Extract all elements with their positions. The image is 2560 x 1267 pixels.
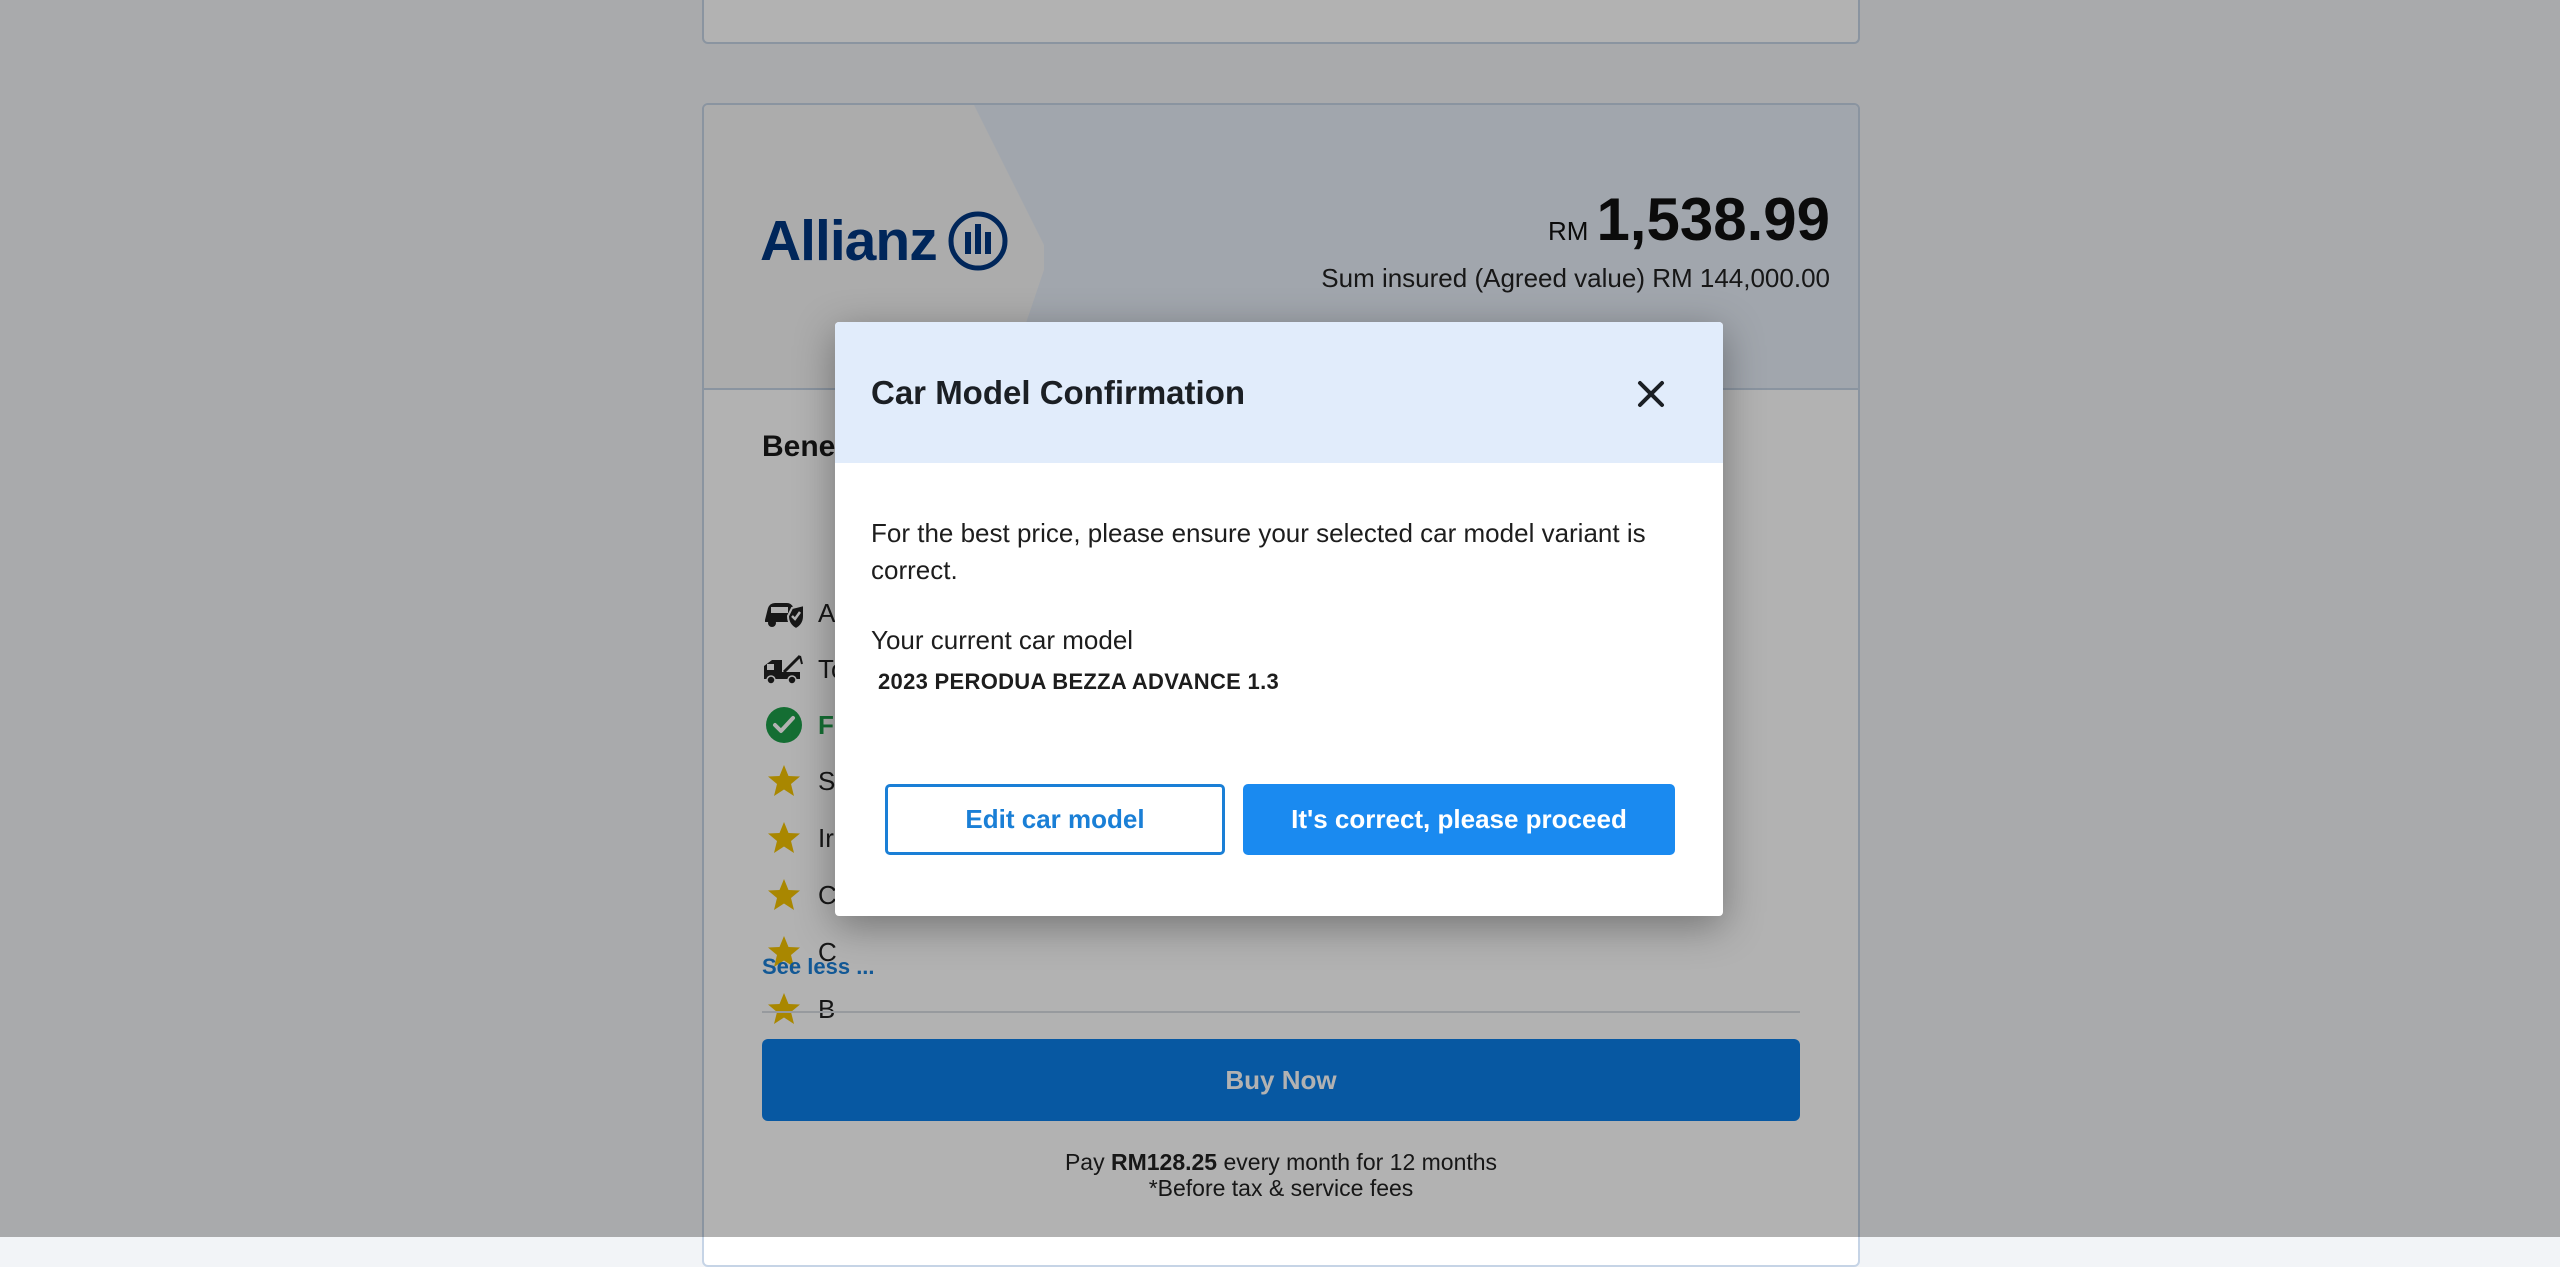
current-car-model-label: Your current car model <box>871 625 1134 655</box>
close-button[interactable] <box>1629 372 1673 416</box>
dialog-title: Car Model Confirmation <box>871 374 1246 411</box>
edit-car-model-button[interactable]: Edit car model <box>885 784 1225 855</box>
confirm-proceed-button[interactable]: It's correct, please proceed <box>1243 784 1675 855</box>
car-model-confirmation-dialog: Car Model Confirmation For the best pric… <box>835 322 1723 916</box>
dialog-header: Car Model Confirmation <box>835 322 1723 463</box>
current-car-model-value: 2023 PERODUA BEZZA ADVANCE 1.3 <box>878 669 1280 694</box>
dialog-message: For the best price, please ensure your s… <box>871 518 1646 585</box>
close-icon <box>1638 381 1664 407</box>
